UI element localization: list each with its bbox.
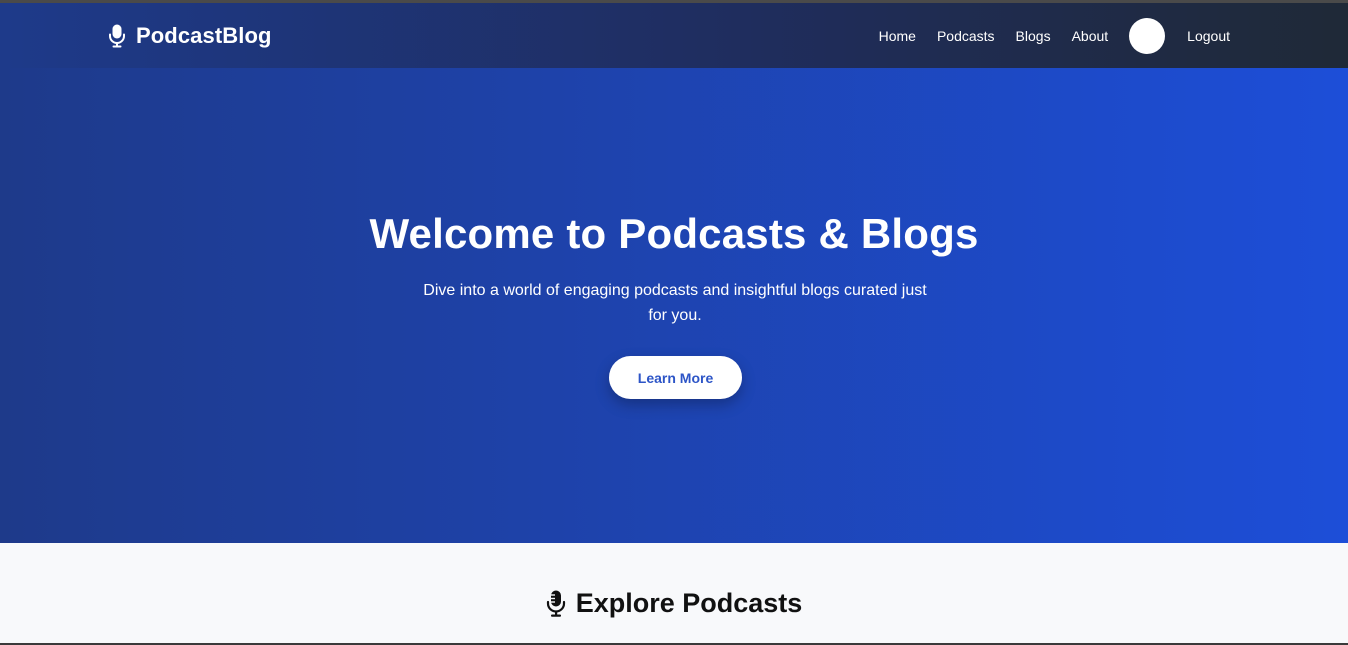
hero-subtitle: Dive into a world of engaging podcasts a…	[423, 282, 927, 324]
hero-section: Welcome to Podcasts & Blogs Dive into a …	[0, 68, 1348, 543]
page: PodcastBlog Home Podcasts Blogs About Lo…	[0, 0, 1348, 645]
window-top-border	[0, 0, 1348, 3]
section-heading: Explore Podcasts	[0, 588, 1348, 619]
nav-link-blogs[interactable]: Blogs	[1016, 28, 1051, 44]
brand-logo-link[interactable]: PodcastBlog	[108, 21, 272, 51]
logout-link[interactable]: Logout	[1187, 28, 1230, 44]
avatar[interactable]	[1129, 18, 1166, 54]
learn-more-button[interactable]: Learn More	[609, 356, 742, 399]
nav-link-about[interactable]: About	[1072, 28, 1109, 44]
microphone-icon	[546, 590, 565, 617]
explore-podcasts-title: Explore Podcasts	[575, 588, 803, 618]
nav-links: Home Podcasts Blogs About Logout	[879, 18, 1230, 54]
hero-title: Welcome to Podcasts & Blogs	[369, 210, 979, 257]
brand-name: PodcastBlog	[136, 23, 272, 48]
nav-link-home[interactable]: Home	[879, 28, 916, 44]
microphone-icon	[109, 24, 125, 48]
explore-podcasts-section: Explore Podcasts	[0, 543, 1348, 645]
navbar: PodcastBlog Home Podcasts Blogs About Lo…	[0, 3, 1348, 68]
nav-link-podcasts[interactable]: Podcasts	[937, 28, 995, 44]
